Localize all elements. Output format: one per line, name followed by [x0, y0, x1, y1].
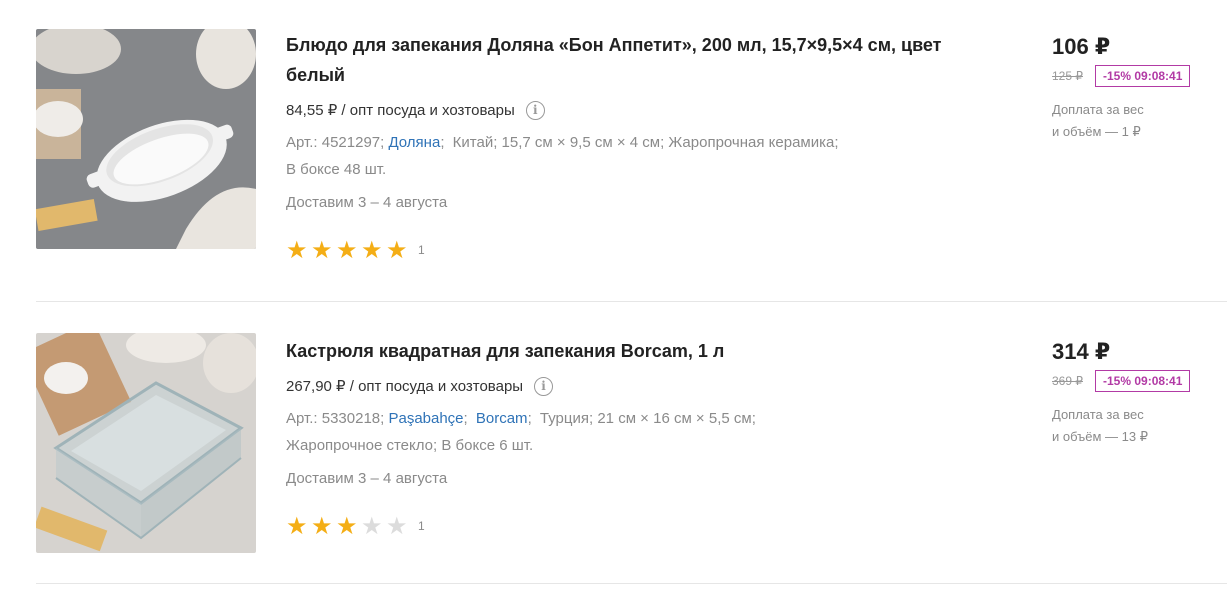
rating[interactable]: ★ ★ ★ ★ ★ 1: [286, 238, 976, 262]
delivery-info: Доставим 3 – 4 августа: [286, 470, 448, 487]
info-icon[interactable]: i: [525, 100, 545, 120]
article-number: Арт.: 5330218;: [286, 410, 385, 427]
unit-price-text: 267,90 ₽ / опт посуда и хозтовары: [286, 378, 524, 395]
separator: ;: [527, 410, 532, 427]
surcharge-note: Доплата за вес и объём — 1 ₽: [1052, 99, 1172, 143]
product-card: Блюдо для запекания Доляна «Бон Аппетит»…: [36, 0, 1227, 302]
price-row: 125 ₽ -15% 09:08:41: [1052, 65, 1227, 87]
surcharge-line: и объём — 1 ₽: [1052, 124, 1141, 139]
product-specs: Арт.: 5330218; Paşabahçe; Borcam; Турция…: [286, 405, 976, 459]
star-icon: ★: [311, 236, 333, 264]
product-title-line[interactable]: белый: [286, 60, 976, 90]
product-image[interactable]: [36, 333, 256, 553]
old-price: 125 ₽: [1052, 69, 1083, 83]
delivery-info: Доставим 3 – 4 августа: [286, 194, 448, 211]
product-info: Кастрюля квадратная для запекания Borcam…: [286, 336, 976, 538]
discount-badge: -15% 09:08:41: [1095, 370, 1191, 392]
old-price: 369 ₽: [1052, 374, 1083, 388]
star-icon: ★: [311, 512, 333, 540]
star-icon: ★: [286, 236, 308, 264]
dimensions: 21 см × 16 см × 5,5 см;: [597, 410, 756, 427]
article-number: Арт.: 4521297;: [286, 134, 385, 151]
star-icon: ★: [386, 236, 408, 264]
price: 106 ₽: [1052, 34, 1111, 59]
unit-price: 84,55 ₽ / опт посуда и хозтовары i: [286, 96, 976, 124]
star-icon: ★: [336, 512, 358, 540]
price-block: 314 ₽ 369 ₽ -15% 09:08:41 Доплата за вес…: [1052, 338, 1227, 448]
separator: ;: [440, 134, 445, 151]
surcharge-line: и объём — 13 ₽: [1052, 429, 1148, 444]
brand-link[interactable]: Borcam: [476, 410, 528, 427]
product-title[interactable]: Блюдо для запекания Доляна «Бон Аппетит»…: [286, 30, 976, 90]
discount-badge: -15% 09:08:41: [1095, 65, 1191, 87]
surcharge-line: Доплата за вес: [1052, 407, 1144, 422]
star-icon: ★: [361, 236, 383, 264]
rating[interactable]: ★ ★ ★ ★ ★ 1: [286, 514, 976, 538]
unit-price: 267,90 ₽ / опт посуда и хозтовары i: [286, 372, 976, 400]
dimensions: 15,7 см × 9,5 см × 4 см;: [501, 134, 665, 151]
country: Китай;: [452, 134, 498, 151]
product-image[interactable]: [36, 29, 256, 249]
box-quantity: В боксе 48 шт.: [286, 161, 387, 178]
star-icon: ★: [286, 512, 308, 540]
info-icon[interactable]: i: [534, 376, 554, 396]
product-specs: Арт.: 4521297; Доляна; Китай; 15,7 см × …: [286, 129, 976, 183]
star-icon: ★: [336, 236, 358, 264]
surcharge-note: Доплата за вес и объём — 13 ₽: [1052, 404, 1172, 448]
box-quantity: В боксе 6 шт.: [441, 437, 534, 454]
review-count[interactable]: 1: [418, 243, 425, 257]
product-card: Кастрюля квадратная для запекания Borcam…: [36, 302, 1227, 584]
star-icon: ★: [361, 512, 383, 540]
unit-price-text: 84,55 ₽ / опт посуда и хозтовары: [286, 102, 515, 119]
price-row: 369 ₽ -15% 09:08:41: [1052, 370, 1227, 392]
product-info: Блюдо для запекания Доляна «Бон Аппетит»…: [286, 30, 976, 262]
product-list: Блюдо для запекания Доляна «Бон Аппетит»…: [36, 0, 1227, 584]
material: Жаропрочная керамика;: [668, 134, 839, 151]
product-title-line[interactable]: Блюдо для запекания Доляна «Бон Аппетит»…: [286, 30, 976, 60]
separator: ;: [463, 410, 468, 427]
material: Жаропрочное стекло;: [286, 437, 438, 454]
product-title-line[interactable]: Кастрюля квадратная для запекания Borcam…: [286, 336, 976, 366]
product-title[interactable]: Кастрюля квадратная для запекания Borcam…: [286, 336, 976, 366]
price-block: 106 ₽ 125 ₽ -15% 09:08:41 Доплата за вес…: [1052, 33, 1227, 143]
country: Турция;: [539, 410, 594, 427]
surcharge-line: Доплата за вес: [1052, 102, 1144, 117]
brand-link[interactable]: Доляна: [388, 134, 440, 151]
review-count[interactable]: 1: [418, 519, 425, 533]
brand-link[interactable]: Paşabahçe: [388, 410, 463, 427]
price: 314 ₽: [1052, 339, 1111, 364]
star-icon: ★: [386, 512, 408, 540]
